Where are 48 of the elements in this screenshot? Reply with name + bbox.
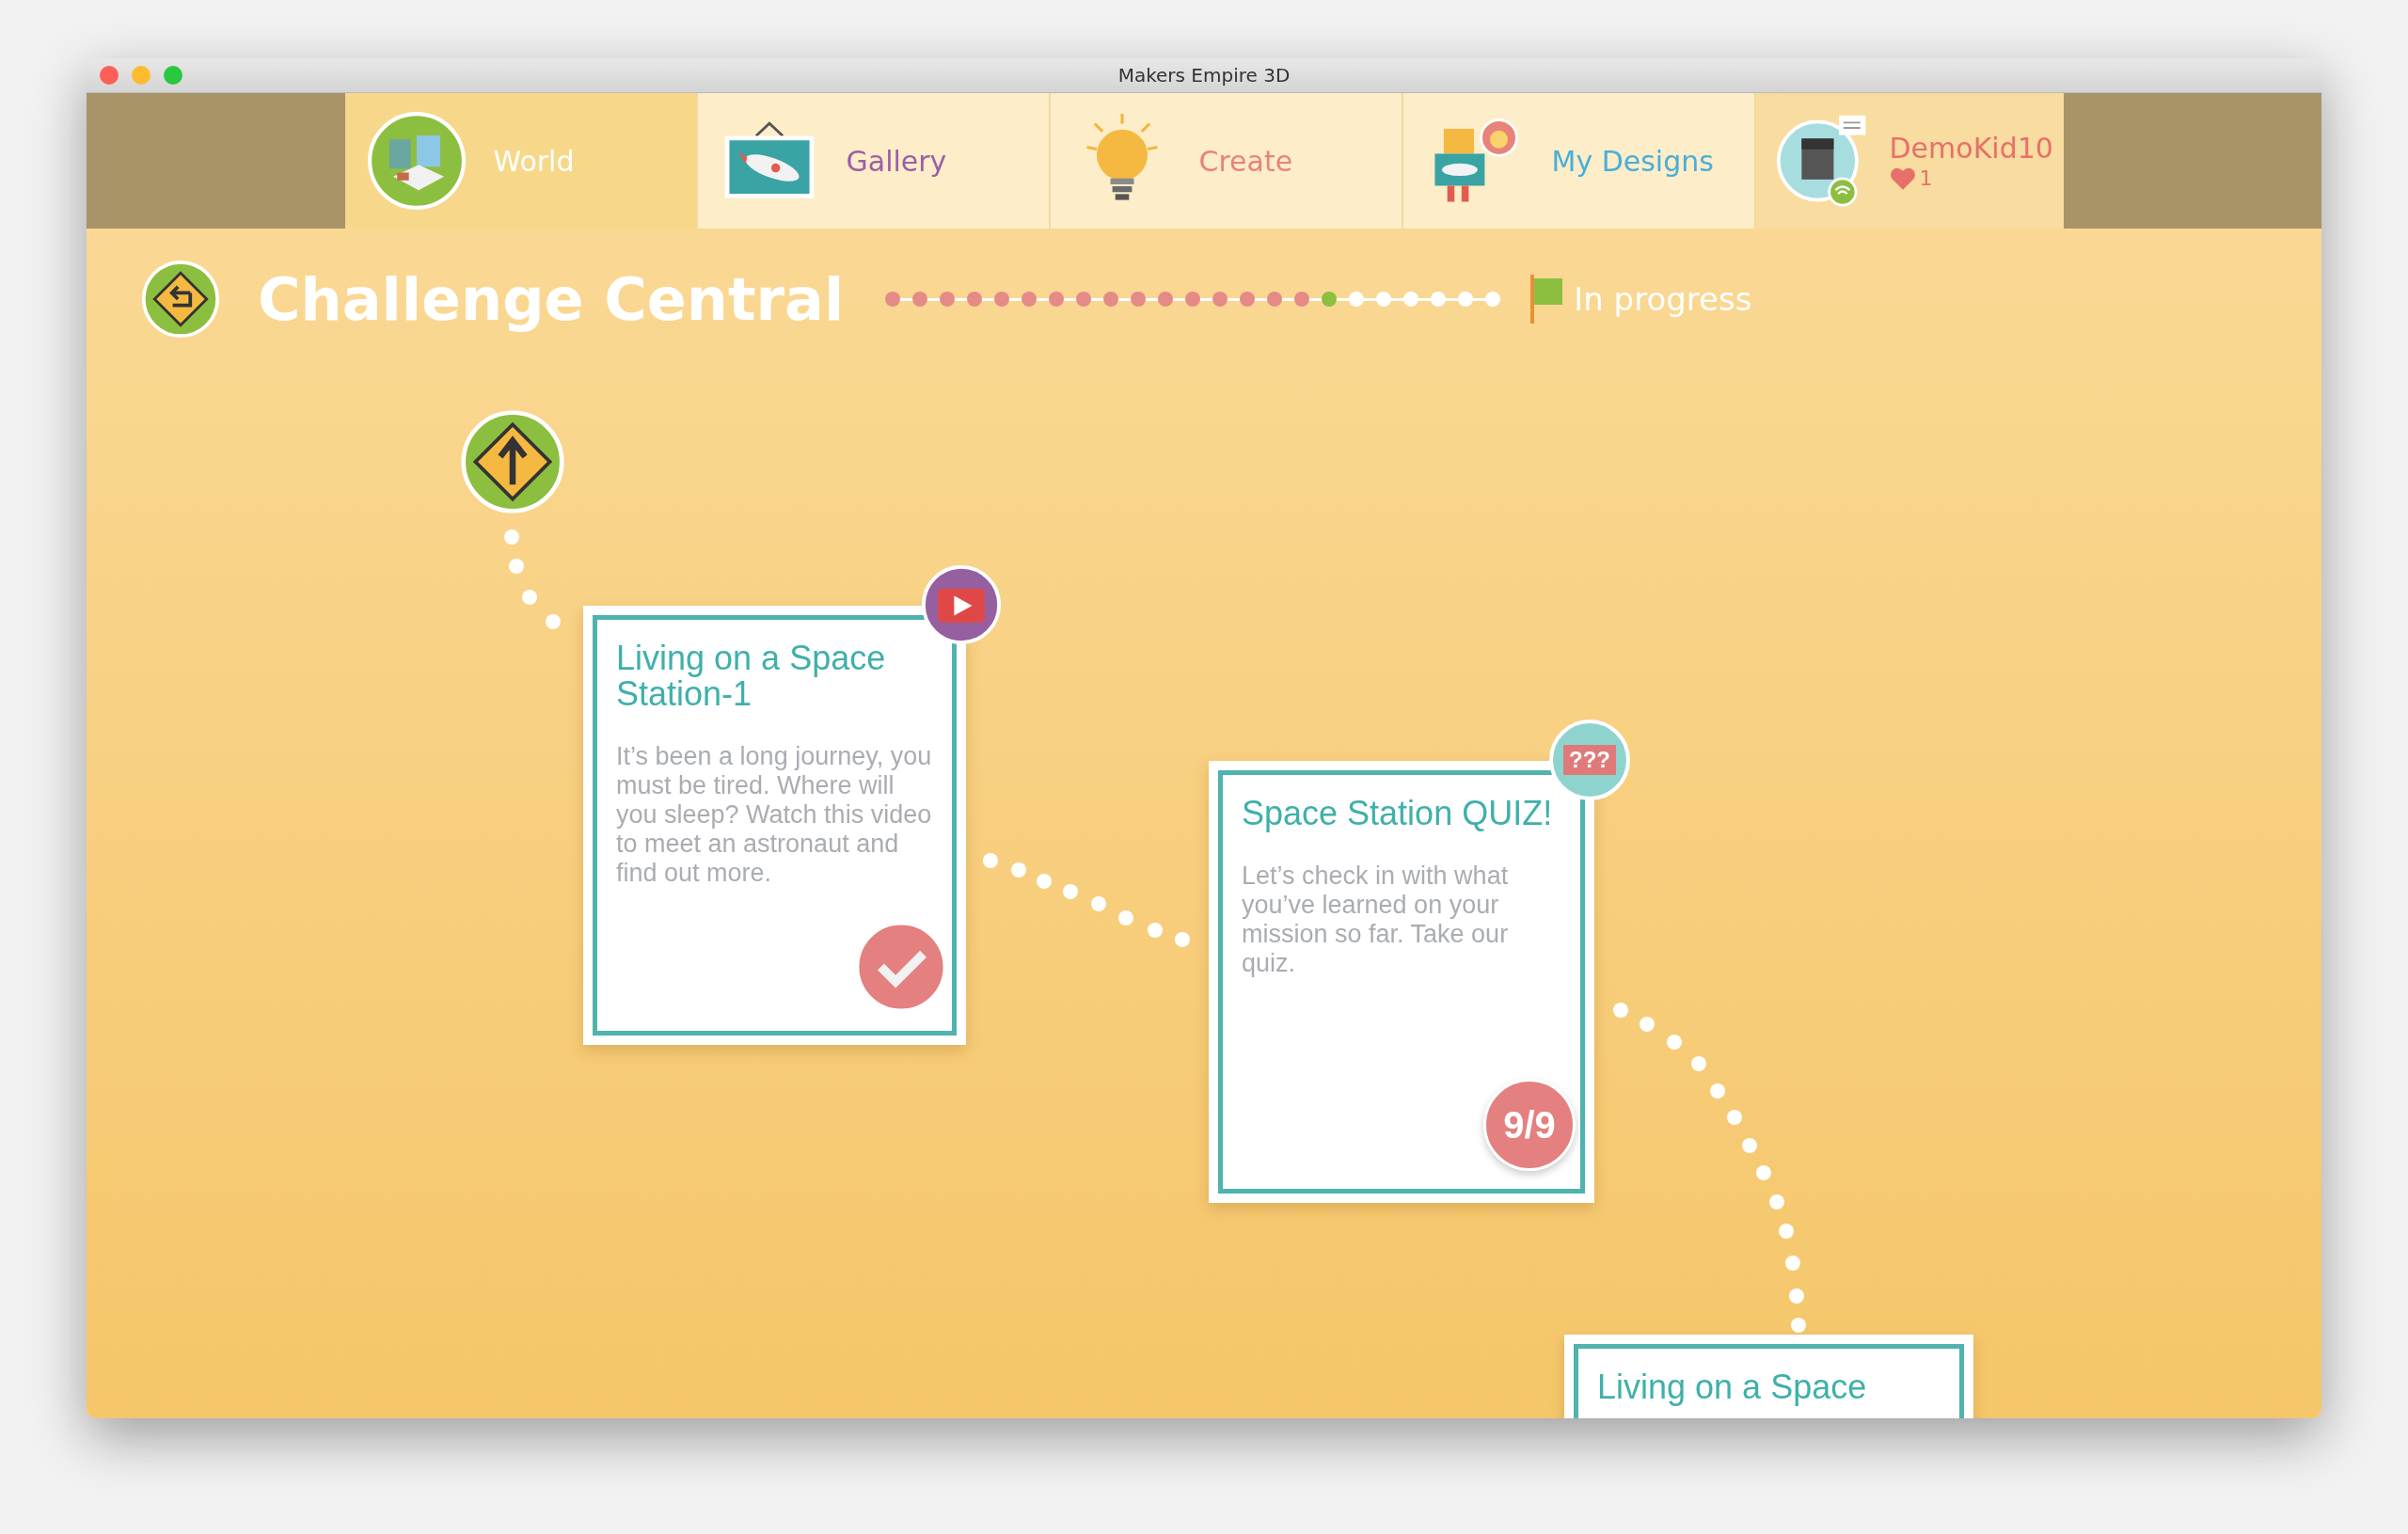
- progress-dot: [1322, 292, 1338, 307]
- nav-tab[interactable]: World: [344, 93, 698, 229]
- status-text: In progress: [1574, 280, 1752, 318]
- progress-dot: [1485, 292, 1501, 307]
- window-title: Makers Empire 3D: [1117, 64, 1291, 87]
- progress-dot: [1376, 292, 1392, 307]
- progress-dot: [1131, 292, 1147, 307]
- card-title: Living on a Space: [1597, 1369, 1868, 1405]
- progress-dot: [1458, 292, 1474, 307]
- nav-tab[interactable]: Gallery: [697, 93, 1051, 229]
- profile-button[interactable]: DemoKid10 1: [1755, 93, 2064, 229]
- progress-dot: [885, 292, 901, 307]
- progress-dot: [1431, 292, 1447, 307]
- globe-buildings-icon: [367, 112, 466, 210]
- card-title: Living on a Space Station-1: [616, 640, 887, 712]
- score-badge: 9/9: [1483, 1079, 1576, 1171]
- progress-dot: [1403, 292, 1419, 307]
- progress-dot: [1240, 292, 1256, 307]
- card-description: It’s been a long journey, you must be tired. Where will you sleep? Watch this video to meet an astronaut and find out more.: [616, 741, 933, 888]
- progress-dot: [940, 292, 956, 307]
- progress-dot: [1049, 292, 1065, 307]
- challenge-card[interactable]: Living on a Space Station-1 It’s been a long journey, you must be tired. Where will you sleep? Watch this video to meet an astronaut and find out more.: [583, 606, 966, 1045]
- back-button[interactable]: [141, 260, 220, 339]
- page-title: Challenge Central: [258, 264, 845, 334]
- minimize-button[interactable]: [132, 66, 150, 85]
- progress-dot: [912, 292, 928, 307]
- video-play-icon: [921, 564, 1002, 645]
- likes-count: 1: [1919, 166, 1933, 190]
- progress-dot: [1294, 292, 1310, 307]
- close-button[interactable]: [100, 66, 119, 85]
- progress-dot: [1103, 292, 1119, 307]
- progress-dot: [967, 292, 983, 307]
- quiz-badge: ???: [1549, 720, 1630, 800]
- heart-icon: [1889, 166, 1916, 191]
- progress-dot: [1185, 292, 1201, 307]
- zoom-button[interactable]: [164, 66, 182, 85]
- progress-dot: [1158, 292, 1174, 307]
- progress-dot: [1022, 292, 1038, 307]
- challenge-card[interactable]: Living on a Space: [1564, 1335, 1973, 1418]
- progress-dot: [1076, 292, 1092, 307]
- progress-dot: [1212, 292, 1228, 307]
- progress-dot: [994, 292, 1010, 307]
- username: DemoKid10: [1889, 131, 2053, 165]
- progress-dot: [1349, 292, 1365, 307]
- nav-tab[interactable]: Create: [1050, 93, 1403, 229]
- card-description: Let’s check in with what you’ve learned on your mission so far. Take our quiz.: [1242, 861, 1510, 978]
- progress-dot: [1267, 292, 1283, 307]
- nav-tab[interactable]: My Designs: [1402, 93, 1756, 229]
